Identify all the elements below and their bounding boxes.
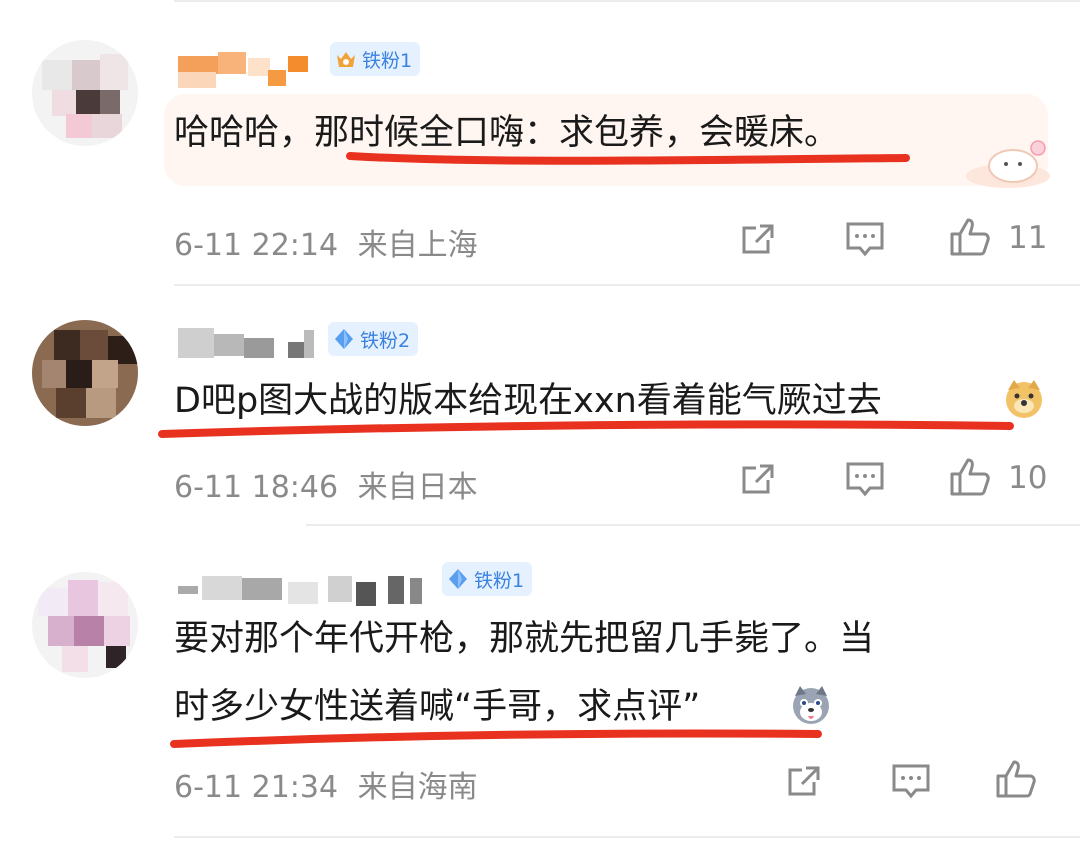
- comment-icon[interactable]: [890, 762, 932, 802]
- comment-meta: 6-11 18:46 来自日本: [174, 462, 478, 506]
- avatar[interactable]: [32, 320, 138, 426]
- share-icon[interactable]: [738, 460, 778, 500]
- comment-location: 来自日本: [357, 470, 478, 505]
- underline-mark: [346, 152, 910, 165]
- fan-badge[interactable]: 铁粉1: [442, 562, 533, 596]
- diamond-icon: [332, 327, 356, 351]
- thumbs-up-icon[interactable]: [948, 456, 992, 498]
- avatar[interactable]: [32, 572, 138, 678]
- divider: [174, 284, 1080, 286]
- comment-text-line-1: 要对那个年代开枪，那就先把留几手毙了。当: [174, 619, 875, 659]
- username[interactable]: [178, 326, 318, 362]
- comment-time: 6-11 21:34: [174, 770, 339, 805]
- comment-time: 6-11 22:14: [174, 228, 339, 263]
- underline-mark: [170, 729, 822, 748]
- comment-item: 铁粉1 要对那个年代开枪，那就先把留几手毙了。当 时多少女性送着喊“手哥，求点评…: [0, 530, 1080, 842]
- doge-emoji-icon: [1006, 380, 1042, 418]
- username[interactable]: [178, 572, 428, 608]
- like-count: 11: [1008, 220, 1048, 256]
- comment-icon[interactable]: [844, 220, 886, 260]
- comment-meta: 6-11 21:34 来自海南: [174, 762, 478, 806]
- share-icon[interactable]: [784, 762, 824, 802]
- divider: [174, 836, 1080, 838]
- comment-meta: 6-11 22:14 来自上海: [174, 220, 478, 264]
- diamond-icon: [446, 567, 470, 591]
- comment-time: 6-11 18:46: [174, 470, 339, 505]
- comment-item: 铁粉2 D吧p图大战的版本给现在xxn看着能气厥过去 6-11 18:46 来自…: [0, 290, 1080, 526]
- cat-sticker-icon: [966, 140, 1050, 188]
- username[interactable]: [178, 52, 308, 88]
- avatar[interactable]: [32, 40, 138, 146]
- fan-badge[interactable]: 铁粉1: [330, 42, 421, 76]
- comment-location: 来自海南: [357, 770, 478, 805]
- like-count: 10: [1008, 460, 1048, 496]
- fan-badge[interactable]: 铁粉2: [328, 322, 419, 356]
- divider: [306, 524, 1080, 526]
- comment-item: 铁粉1 哈哈哈，那时候全口嗨：求包养，会暖床。 6-11 22:14 来自上海 …: [0, 0, 1080, 290]
- crown-icon: [334, 47, 358, 71]
- thumbs-up-icon[interactable]: [994, 758, 1038, 800]
- underline-mark: [158, 420, 1014, 438]
- comment-location: 来自上海: [357, 228, 478, 263]
- share-icon[interactable]: [738, 220, 778, 260]
- thumbs-up-icon[interactable]: [948, 216, 992, 258]
- comment-icon[interactable]: [844, 460, 886, 500]
- husky-emoji-icon: [793, 686, 829, 724]
